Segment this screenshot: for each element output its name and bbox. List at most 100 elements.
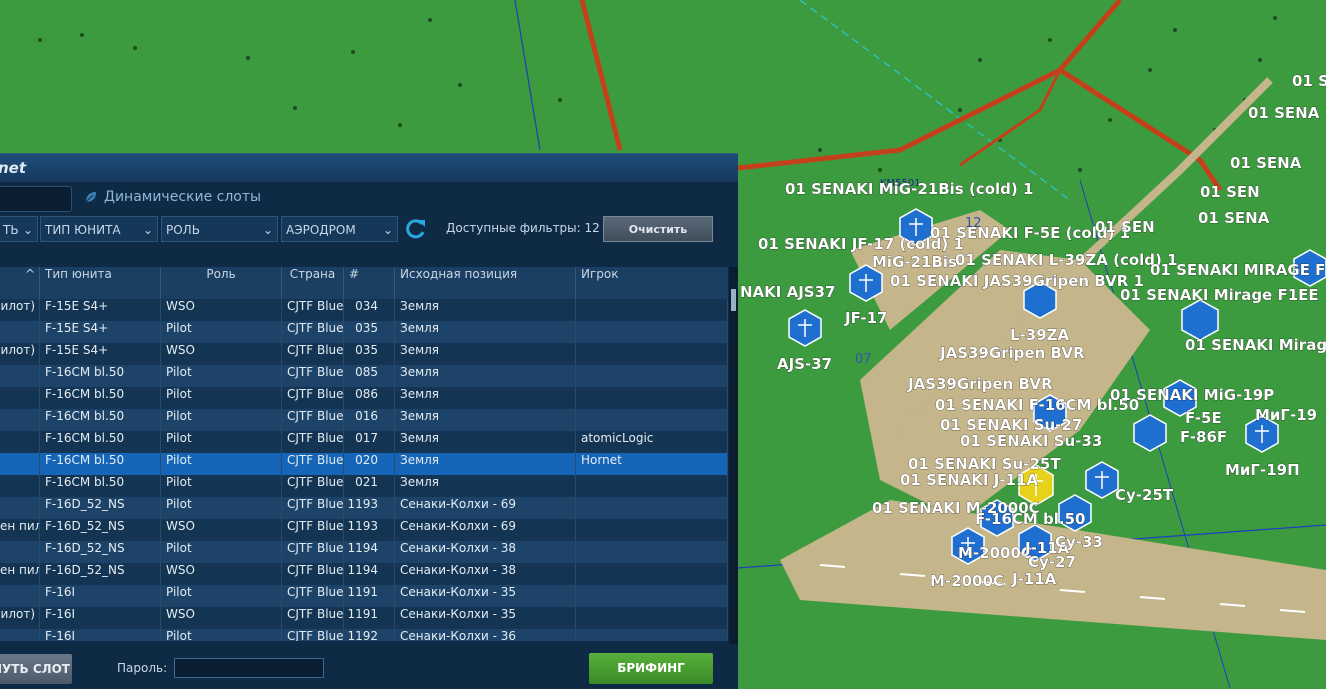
- table-row[interactable]: илот) F-15E S4+ WSO CJTF Blue 034 Земля: [0, 299, 728, 321]
- filter-label: АЭРОДРОМ: [286, 223, 356, 237]
- map-label: MiG-21Bis: [872, 253, 957, 271]
- table-row[interactable]: F-16D_52_NS Pilot CJTF Blue 1194 Сенаки-Колх…: [0, 541, 728, 563]
- cell-num: 1194: [344, 541, 395, 563]
- chevron-down-icon: ⌄: [22, 223, 33, 237]
- cell-role: Pilot: [161, 497, 282, 519]
- cell-player: [576, 365, 728, 387]
- cell-name: [0, 431, 40, 453]
- cell-name: [0, 365, 40, 387]
- table-row[interactable]: F-16CM bl.50 Pilot CJTF Blue 086 Земля: [0, 387, 728, 409]
- cell-num: 017: [344, 431, 395, 453]
- filter-airfield[interactable]: АЭРОДРОМ ⌄: [281, 216, 398, 242]
- map-label: Су-25T: [1115, 486, 1174, 504]
- table-row[interactable]: F-16CM bl.50 Pilot CJTF Blue 016 Земля: [0, 409, 728, 431]
- map-label: 01 SENAKI L-39ZA (cold) 1: [955, 251, 1178, 269]
- table-scrollbar[interactable]: [729, 267, 738, 644]
- table-row[interactable]: F-16CM bl.50 Pilot CJTF Blue 085 Земля: [0, 365, 728, 387]
- map-label: F-5E: [1185, 409, 1222, 427]
- cell-player: [576, 519, 728, 541]
- map-label: 01 SENAKI MIRAGE F1CE: [1150, 261, 1326, 279]
- cell-country: CJTF Blue: [282, 475, 344, 497]
- table-row[interactable]: F-16I Pilot CJTF Blue 1191 Сенаки-Колхи - 35: [0, 585, 728, 607]
- take-slot-button[interactable]: НУТЬ СЛОТ: [0, 654, 72, 684]
- clear-filters-button[interactable]: Очистить: [603, 216, 713, 242]
- map-label: M-2000C: [958, 544, 1032, 562]
- panel-footer: НУТЬ СЛОТ Пароль: БРИФИНГ: [0, 644, 738, 689]
- table-row[interactable]: F-16CM bl.50 Pilot CJTF Blue 017 Земля atomic…: [0, 431, 728, 453]
- map-label: 01 SEN: [1200, 183, 1260, 201]
- cell-name: [0, 409, 40, 431]
- column-header-unit-type[interactable]: Тип юнита: [40, 267, 161, 299]
- column-header-country[interactable]: Страна: [282, 267, 344, 299]
- table-row-selected[interactable]: F-16CM bl.50 Pilot CJTF Blue 020 Земля Hornet: [0, 453, 728, 475]
- cell-country: CJTF Blue: [282, 431, 344, 453]
- map-label: JAS39Gripen BVR: [939, 344, 1085, 362]
- map-label: JF-17: [844, 309, 887, 327]
- column-header-role[interactable]: Роль: [161, 267, 282, 299]
- map-label: 01 SENAKI JF-17 (cold) 1: [758, 235, 964, 253]
- map-label: 01 SENA: [1230, 154, 1302, 172]
- map-label: L-39ZA: [1010, 326, 1070, 344]
- cell-role: Pilot: [161, 365, 282, 387]
- password-input[interactable]: [174, 658, 324, 678]
- map-label: 01 SENAKI M-2000C: [872, 499, 1040, 517]
- cell-type: F-16CM bl.50: [40, 453, 161, 475]
- cell-role: Pilot: [161, 585, 282, 607]
- table-row[interactable]: ен пил F-16D_52_NS WSO CJTF Blue 1193 Сенаки-…: [0, 519, 728, 541]
- cell-country: CJTF Blue: [282, 299, 344, 321]
- column-header-name[interactable]: ^: [0, 267, 40, 299]
- cell-player: [576, 475, 728, 497]
- runway-number-07: 07: [855, 352, 872, 367]
- search-input[interactable]: [0, 186, 72, 212]
- table-row[interactable]: F-16D_52_NS Pilot CJTF Blue 1193 Сенаки-Колх…: [0, 497, 728, 519]
- map-label: 01 SENA: [1198, 209, 1270, 227]
- table-row[interactable]: F-16I Pilot CJTF Blue 1192 Сенаки-Колхи - 36: [0, 629, 728, 641]
- table-row[interactable]: ен пил F-16D_52_NS WSO CJTF Blue 1194 Сенаки-…: [0, 563, 728, 585]
- chevron-down-icon: ⌄: [262, 223, 273, 237]
- cell-player: Hornet: [576, 453, 728, 475]
- cell-country: CJTF Blue: [282, 585, 344, 607]
- cell-num: 035: [344, 321, 395, 343]
- cell-role: Pilot: [161, 387, 282, 409]
- cell-name: [0, 321, 40, 343]
- panel-title-bar[interactable]: net: [0, 154, 738, 182]
- password-label: Пароль:: [117, 661, 168, 675]
- cell-type: F-16I: [40, 607, 161, 629]
- cell-num: 086: [344, 387, 395, 409]
- cell-role: Pilot: [161, 629, 282, 641]
- slot-selection-panel: net Динамические слоты ТЬ ⌄ ТИП ЮНИТА ⌄ …: [0, 153, 738, 689]
- refresh-icon[interactable]: [402, 216, 428, 242]
- table-row[interactable]: илот) F-15E S4+ WSO CJTF Blue 035 Земля: [0, 343, 728, 365]
- scrollbar-thumb[interactable]: [731, 289, 736, 311]
- filter-select-left[interactable]: ТЬ ⌄: [0, 216, 38, 242]
- filter-role[interactable]: РОЛЬ ⌄: [161, 216, 278, 242]
- briefing-button[interactable]: БРИФИНГ: [589, 653, 713, 684]
- table-row[interactable]: F-16CM bl.50 Pilot CJTF Blue 021 Земля: [0, 475, 728, 497]
- cell-pos: Сенаки-Колхи - 69: [395, 497, 576, 519]
- dynamic-slots-toggle[interactable]: Динамические слоты: [84, 189, 261, 205]
- cell-name: ен пил: [0, 563, 40, 585]
- cell-num: 034: [344, 299, 395, 321]
- cell-num: 1193: [344, 497, 395, 519]
- leaf-icon: [85, 192, 96, 203]
- map-label: 01 SENAKI F-16CM bl.50: [935, 396, 1139, 414]
- cell-type: F-16I: [40, 629, 161, 641]
- map-label: 01 SENAKI Su-27: [940, 416, 1082, 434]
- column-header-start-position[interactable]: Исходная позиция: [395, 267, 576, 299]
- column-header-number[interactable]: #: [344, 267, 395, 299]
- cell-type: F-16I: [40, 585, 161, 607]
- table-row[interactable]: илот) F-16I WSO CJTF Blue 1191 Сенаки-Колхи -…: [0, 607, 728, 629]
- cell-type: F-16D_52_NS: [40, 519, 161, 541]
- table-row[interactable]: F-15E S4+ Pilot CJTF Blue 035 Земля: [0, 321, 728, 343]
- cell-country: CJTF Blue: [282, 453, 344, 475]
- cell-name: [0, 387, 40, 409]
- column-header-player[interactable]: Игрок: [576, 267, 728, 299]
- cell-pos: Сенаки-Колхи - 36: [395, 629, 576, 641]
- cell-name: [0, 629, 40, 641]
- filter-unit-type[interactable]: ТИП ЮНИТА ⌄: [40, 216, 158, 242]
- map-label: МиГ-19: [1255, 406, 1317, 424]
- map-label: NAKI AJS37: [740, 283, 835, 301]
- map-label: F-86F: [1180, 428, 1227, 446]
- cell-role: Pilot: [161, 475, 282, 497]
- cell-player: [576, 541, 728, 563]
